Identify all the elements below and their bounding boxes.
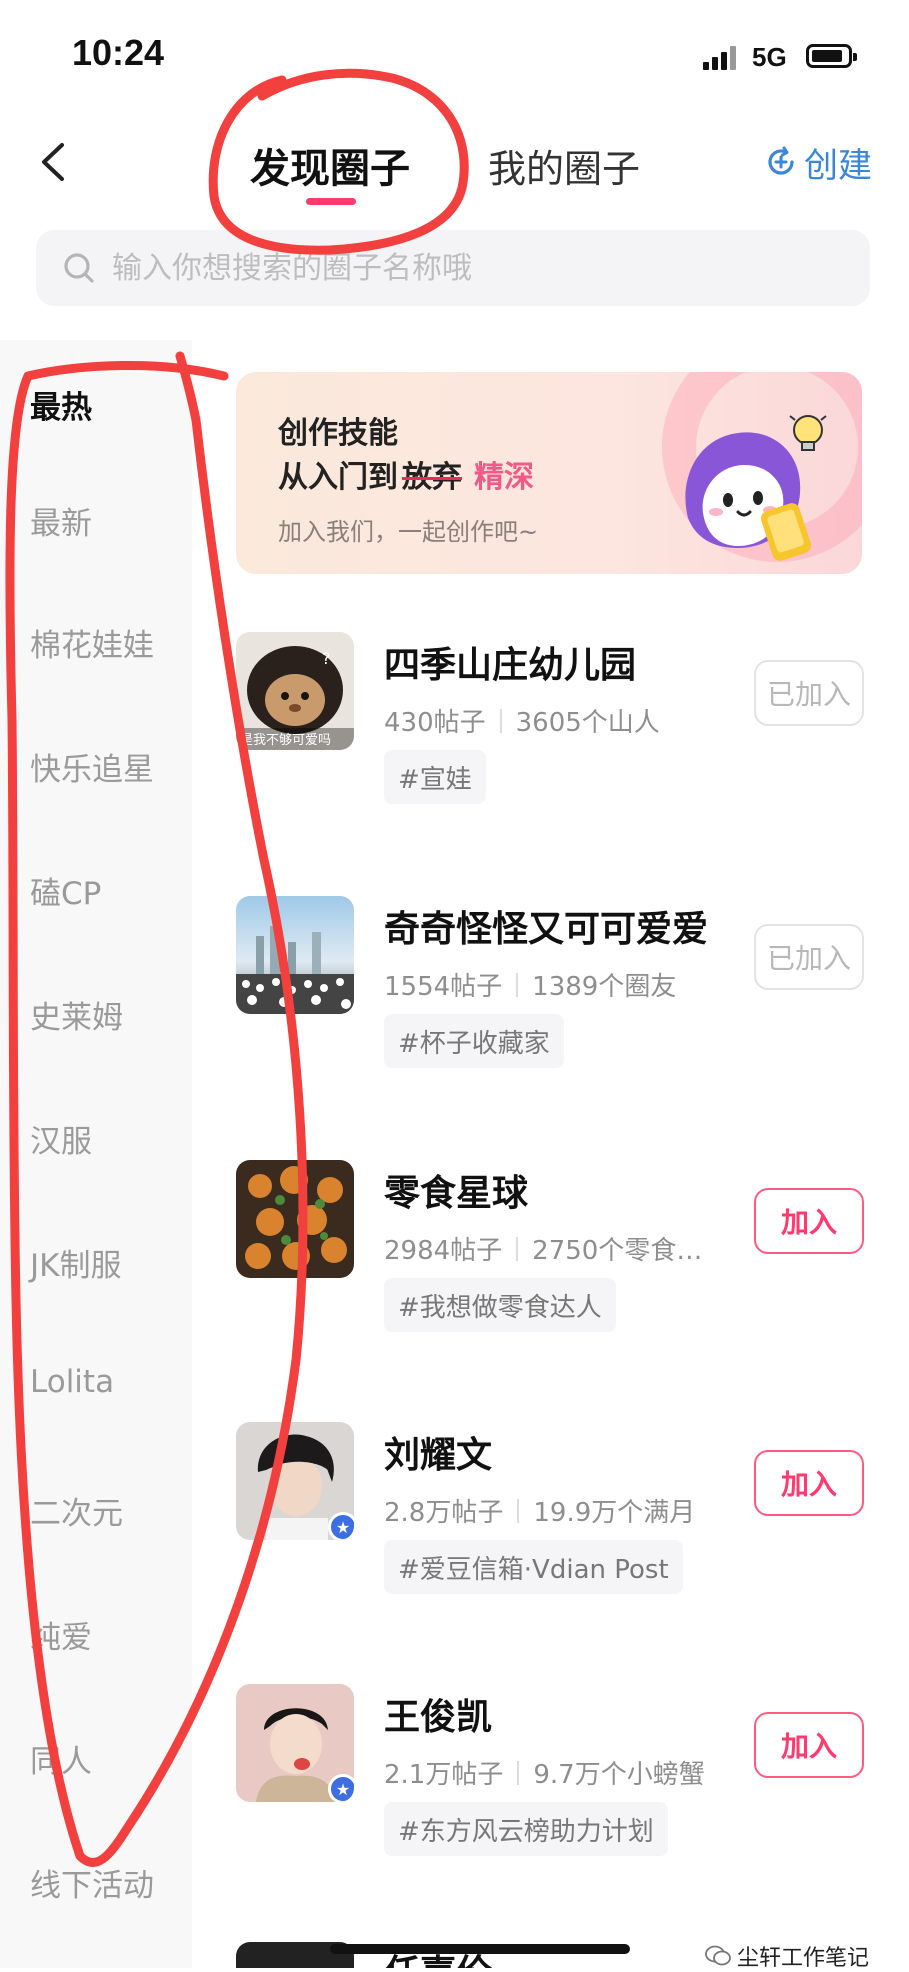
banner-title-line2: 从入门到 放弃 精深 [278,452,534,496]
sidebar-item-fanfic[interactable]: 同人 [30,1736,92,1781]
banner-title-line1: 创作技能 [278,416,398,451]
mascot-illustration-icon [685,415,827,561]
circle-tag[interactable]: #杯子收藏家 [384,1014,564,1068]
refresh-plus-icon [768,146,794,175]
member-count: 9.7万个小螃蟹 [533,1760,705,1790]
sidebar-item-slime[interactable]: 史莱姆 [30,992,123,1037]
verified-badge-icon: ★ [328,1512,354,1540]
circle-name: 四季山庄幼儿园 [384,645,637,686]
create-button[interactable]: 创建 [764,142,872,186]
category-sidebar: 最热 最新 棉花娃娃 快乐追星 磕CP 史莱姆 汉服 JK制服 Lolita 二… [0,340,192,1968]
post-count: 2.8万帖子 [384,1498,504,1528]
circle-item[interactable]: ★ 刘耀文 2.8万帖子 19.9万个满月 #爱豆信箱·Vdian Post 加入 [236,1422,876,1662]
member-count: 2750个零食… [532,1236,703,1266]
home-indicator [330,1944,630,1954]
circle-name: 刘耀文 [384,1435,493,1476]
member-count: 19.9万个满月 [533,1498,696,1528]
circle-tag[interactable]: #爱豆信箱·Vdian Post [384,1540,683,1594]
banner-line2-prefix: 从入门到 [278,460,398,495]
sidebar-item-idol[interactable]: 快乐追星 [30,744,154,789]
signal-icon [703,44,743,70]
wechat-icon [705,1945,731,1966]
network-label: 5G [752,42,787,72]
circle-stats: 2.8万帖子 19.9万个满月 [384,1492,695,1529]
circle-item[interactable]: ? 是我不够可爱吗 四季山庄幼儿园 430帖子 3605个山人 #宣娃 已加入 [236,632,876,872]
svg-text:?: ? [322,649,331,668]
joined-button[interactable]: 已加入 [754,660,864,726]
join-button[interactable]: 加入 [754,1188,864,1254]
post-count: 2.1万帖子 [384,1760,504,1790]
banner-pink-text: 精深 [474,460,534,495]
circle-stats: 2984帖子 2750个零食… [384,1230,702,1267]
verified-badge-icon: ★ [328,1774,354,1802]
join-button[interactable]: 加入 [754,1712,864,1778]
banner-subtitle: 加入我们，一起创作吧~ [278,518,539,546]
join-button[interactable]: 加入 [754,1450,864,1516]
circle-name: 奇奇怪怪又可可爱爱 [384,909,709,950]
post-count: 1554帖子 [384,972,503,1002]
member-count: 1389个圈友 [532,972,677,1002]
circle-avatar [236,1160,354,1278]
watermark-text: 尘轩工作笔记 [737,1946,870,1971]
joined-button[interactable]: 已加入 [754,924,864,990]
avatar-caption: 是我不够可爱吗 [240,733,332,748]
sidebar-item-lolita[interactable]: Lolita [30,1364,114,1400]
circle-tag[interactable]: #宣娃 [384,750,486,804]
sidebar-item-hanfu[interactable]: 汉服 [30,1116,92,1161]
circle-avatar: ★ [236,1422,354,1540]
tab-my-circles[interactable]: 我的圈子 [488,138,640,193]
search-icon [64,253,94,283]
sidebar-item-acg[interactable]: 二次元 [30,1488,123,1533]
sidebar-item-latest[interactable]: 最新 [30,498,92,543]
sidebar-item-hot[interactable]: 最热 [30,382,92,427]
sidebar-item-cp[interactable]: 磕CP [30,868,101,913]
post-count: 430帖子 [384,708,486,738]
circle-stats: 430帖子 3605个山人 [384,702,660,739]
sidebar-item-jk[interactable]: JK制服 [30,1240,121,1285]
circle-item[interactable]: 奇奇怪怪又可可爱爱 1554帖子 1389个圈友 #杯子收藏家 已加入 [236,896,876,1136]
circle-tag[interactable]: #东方风云榜助力计划 [384,1802,668,1856]
tab-discover-circles[interactable]: 发现圈子 [250,136,410,194]
sidebar-item-cotton-doll[interactable]: 棉花娃娃 [30,620,154,665]
banner-strikethrough-text: 放弃 [402,460,462,495]
sidebar-item-pure-love[interactable]: 纯爱 [30,1612,92,1657]
circle-item[interactable]: ★ 王俊凯 2.1万帖子 9.7万个小螃蟹 #东方风云榜助力计划 加入 [236,1684,876,1924]
battery-icon [806,44,857,68]
circle-name: 王俊凯 [384,1697,493,1738]
active-tab-indicator [306,198,356,205]
circle-avatar: ★ [236,1684,354,1802]
circle-stats: 2.1万帖子 9.7万个小螃蟹 [384,1754,705,1791]
search-bar[interactable] [36,230,870,306]
sidebar-item-offline[interactable]: 线下活动 [30,1860,154,1905]
circle-item[interactable]: 零食星球 2984帖子 2750个零食… #我想做零食达人 加入 [236,1160,876,1400]
circle-stats: 1554帖子 1389个圈友 [384,966,676,1003]
post-count: 2984帖子 [384,1236,503,1266]
circle-avatar: ? 是我不够可爱吗 [236,632,354,750]
circle-tag[interactable]: #我想做零食达人 [384,1278,616,1332]
search-input[interactable] [110,249,814,287]
back-arrow-icon[interactable] [38,142,66,182]
watermark: 尘轩工作笔记 [705,1940,869,1972]
member-count: 3605个山人 [515,708,660,738]
promo-banner[interactable]: 创作技能 从入门到 放弃 精深 加入我们，一起创作吧~ [236,372,862,574]
circle-name: 零食星球 [384,1173,529,1214]
circle-avatar [236,896,354,1014]
status-time: 10:24 [72,32,165,73]
create-label: 创建 [804,145,872,186]
